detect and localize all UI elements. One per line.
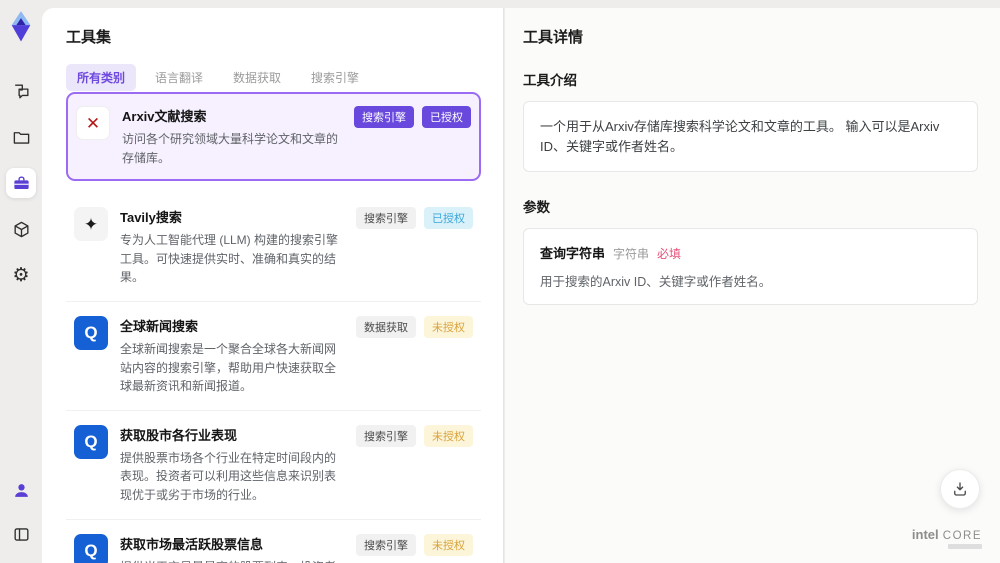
- param-type: 字符串: [613, 247, 650, 261]
- tab-all-categories[interactable]: 所有类别: [66, 64, 137, 91]
- category-badge: 搜索引擎: [356, 424, 416, 447]
- parameter-card: 查询字符串 字符串 必填 用于搜索的Arxiv ID、关键字或作者姓名。: [523, 228, 978, 305]
- app-logo-icon: [7, 10, 35, 42]
- toolbox-icon: [13, 175, 29, 189]
- param-description: 用于搜索的Arxiv ID、关键字或作者姓名。: [540, 275, 772, 289]
- tool-description: 全球新闻搜索是一个聚合全球各大新闻网站内容的搜索引擎，帮助用户快速获取全球最新资…: [120, 341, 337, 394]
- auth-status-badge: 已授权: [424, 207, 473, 230]
- category-tabs: 所有类别 语言翻译 数据获取 搜索引擎: [66, 64, 483, 91]
- download-icon: [954, 482, 966, 496]
- param-required-badge: 必填: [657, 247, 682, 261]
- tool-list-panel: 工具集 所有类别 语言翻译 数据获取 搜索引擎 ✕ Arxiv文献搜索 访问各个…: [42, 8, 504, 563]
- sidebar-item-chat[interactable]: [6, 76, 36, 106]
- tool-list: ✕ Arxiv文献搜索 访问各个研究领域大量科学论文和文章的存储库。 搜索引擎 …: [66, 92, 481, 563]
- tab-language-translation[interactable]: 语言翻译: [144, 64, 214, 91]
- tool-name: 全球新闻搜索: [120, 318, 199, 334]
- download-button[interactable]: [940, 469, 980, 509]
- tab-search-engine[interactable]: 搜索引擎: [300, 64, 370, 91]
- sidebar-bottom: [6, 475, 36, 549]
- tool-description: 提供当天交易量最高的股票列表。投资者可以利用这些信息来识别流动性强的股票和潜在的…: [120, 558, 344, 563]
- tool-list-item[interactable]: Q 获取市场最活跃股票信息 提供当天交易量最高的股票列表。投资者可以利用这些信息…: [66, 519, 481, 563]
- sidebar-item-tools[interactable]: [6, 168, 36, 198]
- page-title: 工具集: [66, 29, 112, 46]
- category-badge: 搜索引擎: [354, 106, 414, 128]
- auth-status-badge: 未授权: [424, 424, 473, 447]
- sidebar-item-settings[interactable]: ⚙: [6, 260, 36, 290]
- tool-list-item[interactable]: ✕ Arxiv文献搜索 访问各个研究领域大量科学论文和文章的存储库。 搜索引擎 …: [66, 92, 481, 182]
- params-heading: 参数: [523, 200, 550, 215]
- tab-data-fetch[interactable]: 数据获取: [222, 64, 292, 91]
- intel-logo-underline: [948, 544, 982, 549]
- tool-name: Tavily搜索: [120, 210, 182, 226]
- auth-status-badge: 已授权: [422, 106, 471, 128]
- cube-icon: [13, 221, 29, 237]
- intro-heading: 工具介绍: [523, 73, 577, 88]
- tool-description: 提供股票市场各个行业在特定时间段内的表现。投资者可以利用这些信息来识别表现优于或…: [120, 450, 337, 502]
- user-icon: [14, 483, 28, 497]
- star-icon: ✦: [74, 207, 108, 242]
- folder-icon: [13, 131, 29, 144]
- category-badge: 搜索引擎: [356, 207, 416, 230]
- intel-brand-text: intel: [911, 527, 939, 542]
- auth-status-badge: 未授权: [424, 315, 473, 338]
- collapse-panel-button[interactable]: [6, 519, 36, 549]
- sidebar: ⚙: [0, 0, 42, 563]
- tool-intro-box: 一个用于从Arxiv存储库搜索科学论文和文章的工具。 输入可以是Arxiv ID…: [523, 101, 978, 172]
- param-name: 查询字符串: [540, 246, 606, 261]
- sidebar-item-packages[interactable]: [6, 214, 36, 244]
- tool-list-item[interactable]: Q 获取股市各行业表现 提供股票市场各个行业在特定时间段内的表现。投资者可以利用…: [66, 410, 481, 520]
- panel-toggle-icon: [13, 527, 29, 541]
- category-badge: 数据获取: [356, 315, 416, 338]
- tool-name: Arxiv文献搜索: [122, 109, 207, 124]
- sidebar-item-files[interactable]: [6, 122, 36, 152]
- detail-title: 工具详情: [523, 29, 584, 46]
- category-badge: 搜索引擎: [356, 533, 416, 556]
- chat-icon: [14, 83, 29, 99]
- sidebar-nav: ⚙: [6, 76, 36, 290]
- arxiv-icon: ✕: [76, 106, 110, 140]
- auth-status-badge: 未授权: [424, 533, 473, 556]
- tool-name: 获取市场最活跃股票信息: [120, 536, 264, 552]
- tool-description: 访问各个研究领域大量科学论文和文章的存储库。: [122, 132, 339, 165]
- q-search-icon: Q: [74, 533, 108, 563]
- tool-description: 专为人工智能代理 (LLM) 构建的搜索引擎工具。可快速提供实时、准确和真实的结…: [120, 233, 339, 285]
- intel-core-logo: intel core: [912, 527, 982, 549]
- user-avatar[interactable]: [6, 475, 36, 505]
- q-search-icon: Q: [74, 315, 108, 350]
- tool-list-item[interactable]: Q 全球新闻搜索 全球新闻搜索是一个聚合全球各大新闻网站内容的搜索引擎，帮助用户…: [66, 301, 481, 411]
- gear-icon: ⚙: [12, 264, 30, 286]
- tool-list-item[interactable]: ✦ Tavily搜索 专为人工智能代理 (LLM) 构建的搜索引擎工具。可快速提…: [66, 193, 481, 302]
- core-brand-text: core: [942, 530, 982, 542]
- tool-detail-panel: 工具详情 工具介绍 一个用于从Arxiv存储库搜索科学论文和文章的工具。 输入可…: [505, 8, 1000, 563]
- tool-name: 获取股市各行业表现: [120, 427, 238, 443]
- q-search-icon: Q: [74, 424, 108, 459]
